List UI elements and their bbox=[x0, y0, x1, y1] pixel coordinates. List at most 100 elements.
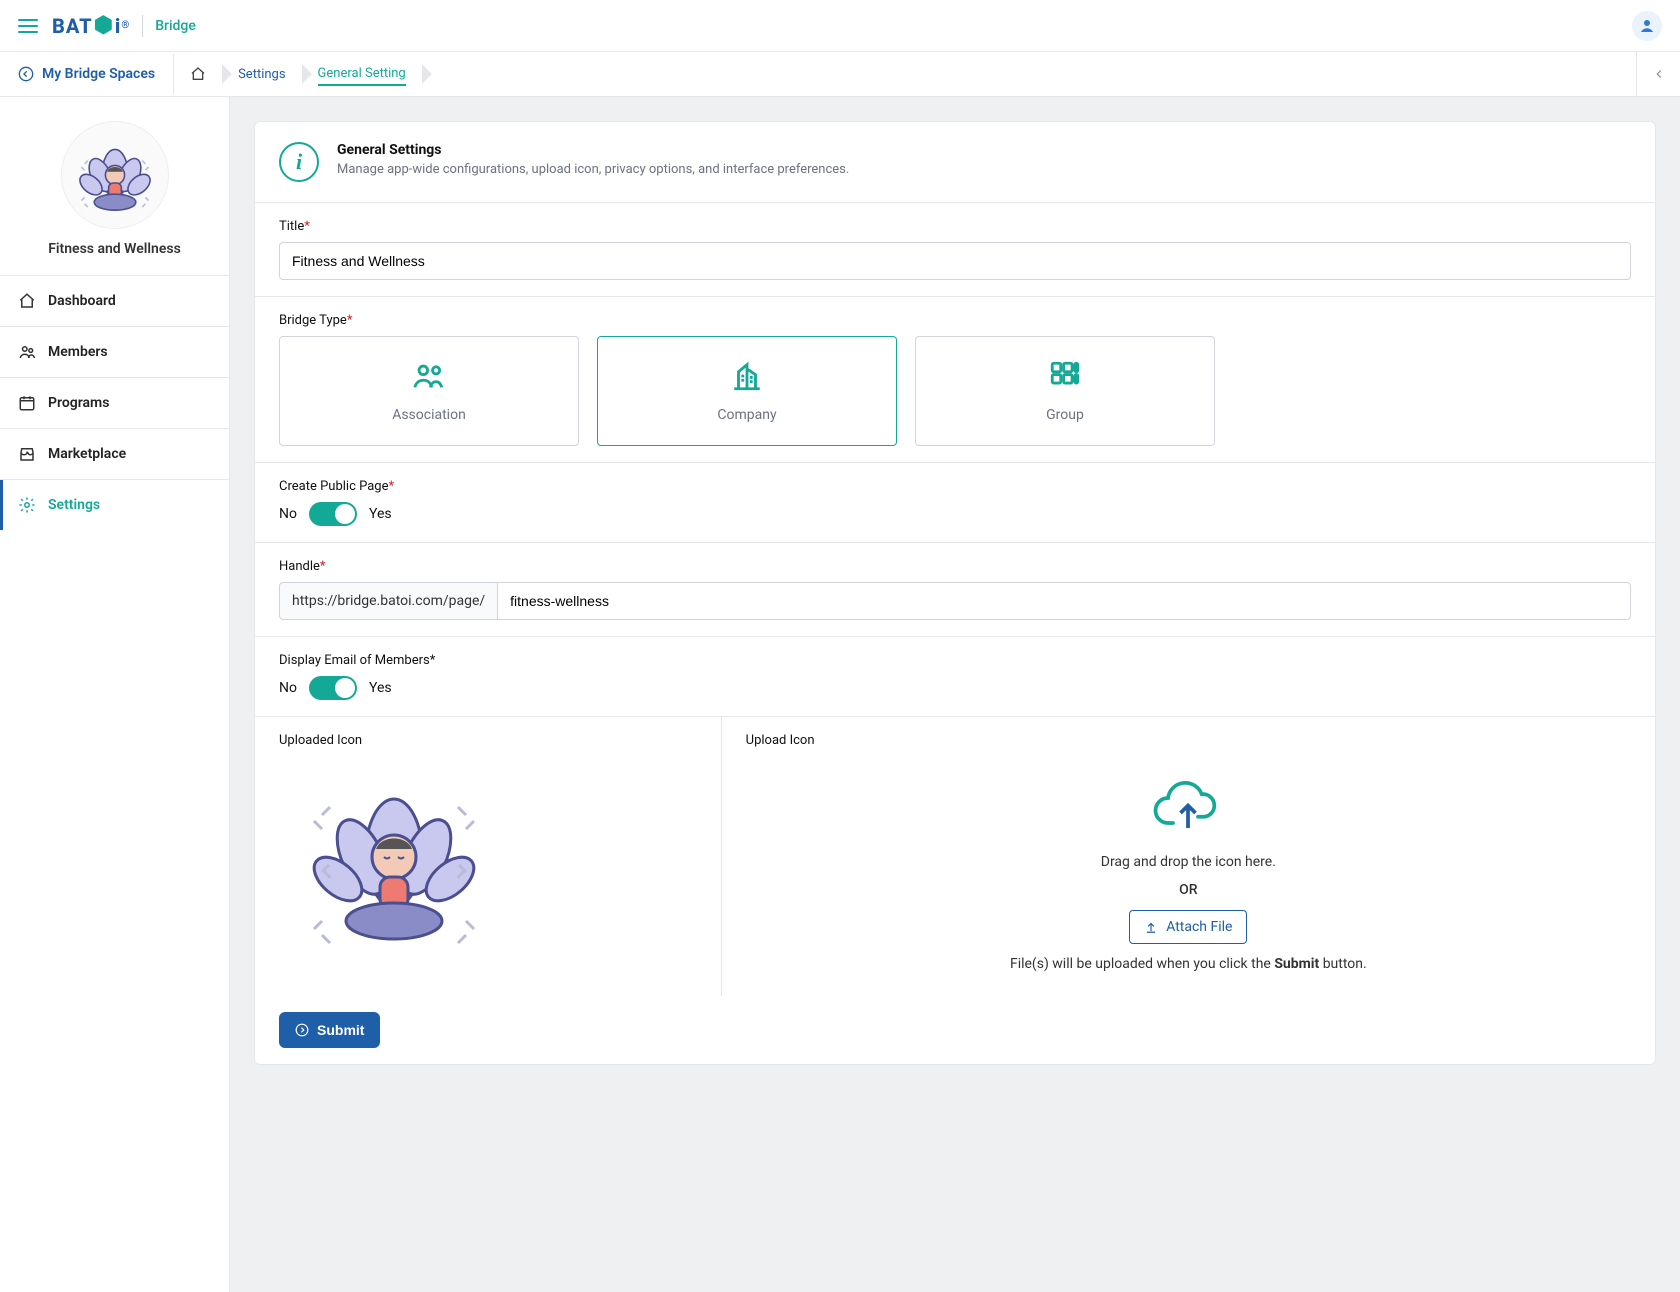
home-icon bbox=[190, 66, 206, 82]
layout: Fitness and Wellness Dashboard Members P… bbox=[0, 97, 1680, 1292]
sidebar-item-label: Members bbox=[48, 344, 108, 360]
space-card: Fitness and Wellness bbox=[0, 97, 229, 276]
type-label: Group bbox=[1046, 407, 1084, 423]
section-upload: Uploaded Icon bbox=[255, 717, 1655, 996]
toggle-yes-label: Yes bbox=[369, 506, 392, 522]
panel-header: i General Settings Manage app-wide confi… bbox=[255, 122, 1655, 203]
sidebar-item-settings[interactable]: Settings bbox=[0, 480, 229, 530]
section-public-page: Create Public Page* No Yes bbox=[255, 463, 1655, 543]
back-label: My Bridge Spaces bbox=[42, 66, 155, 82]
type-option-company[interactable]: Company bbox=[597, 336, 897, 446]
display-email-toggle[interactable] bbox=[309, 676, 357, 700]
section-title: Title* bbox=[255, 203, 1655, 297]
registered-mark: ® bbox=[121, 20, 130, 31]
type-option-group[interactable]: Group bbox=[915, 336, 1215, 446]
public-page-toggle[interactable] bbox=[309, 502, 357, 526]
upload-icon-label: Upload Icon bbox=[746, 733, 815, 748]
profile-avatar[interactable] bbox=[1632, 11, 1662, 41]
upload-hint: File(s) will be uploaded when you click … bbox=[1010, 956, 1367, 972]
user-icon bbox=[1638, 17, 1656, 35]
sidebar: Fitness and Wellness Dashboard Members P… bbox=[0, 97, 230, 1292]
uploaded-icon-preview bbox=[279, 756, 509, 966]
breadcrumb-settings[interactable]: Settings bbox=[222, 52, 301, 96]
meditation-avatar-icon bbox=[67, 127, 163, 223]
chevron-left-icon bbox=[1652, 67, 1666, 81]
public-page-toggle-row: No Yes bbox=[279, 502, 1631, 526]
display-email-toggle-row: No Yes bbox=[279, 676, 1631, 700]
toggle-no-label: No bbox=[279, 506, 297, 522]
sidebar-item-label: Dashboard bbox=[48, 293, 116, 309]
attach-file-button[interactable]: Attach File bbox=[1129, 910, 1247, 944]
gear-icon bbox=[18, 496, 36, 514]
breadcrumb-label: Settings bbox=[238, 67, 285, 82]
space-icon bbox=[61, 121, 169, 229]
section-display-email: Display Email of Members* No Yes bbox=[255, 637, 1655, 717]
sidebar-item-members[interactable]: Members bbox=[0, 327, 229, 378]
attach-file-label: Attach File bbox=[1166, 919, 1232, 935]
panel-title: General Settings bbox=[337, 142, 849, 158]
space-name: Fitness and Wellness bbox=[48, 241, 181, 257]
uploaded-icon-column: Uploaded Icon bbox=[255, 717, 722, 996]
brand-text: BAT bbox=[52, 14, 93, 38]
upload-icon-column: Upload Icon Drag and drop the icon here.… bbox=[722, 717, 1655, 996]
calendar-icon bbox=[18, 394, 36, 412]
sidebar-item-marketplace[interactable]: Marketplace bbox=[0, 429, 229, 480]
arrow-left-circle-icon bbox=[18, 66, 34, 82]
leaf-icon: ⬢ bbox=[94, 13, 114, 38]
company-icon bbox=[730, 359, 764, 393]
sidebar-nav: Dashboard Members Programs Marketplace S… bbox=[0, 276, 229, 530]
app-name[interactable]: Bridge bbox=[155, 18, 196, 34]
type-label: Company bbox=[717, 407, 776, 423]
sidebar-item-dashboard[interactable]: Dashboard bbox=[0, 276, 229, 327]
bridge-type-options: Association Company Group bbox=[279, 336, 1631, 446]
breadcrumbs: Settings General Setting bbox=[174, 52, 422, 96]
sidebar-item-label: Settings bbox=[48, 497, 100, 513]
handle-label: Handle* bbox=[279, 559, 1631, 574]
members-icon bbox=[18, 343, 36, 361]
brand-divider bbox=[142, 15, 143, 37]
handle-prefix: https://bridge.batoi.com/page/ bbox=[279, 582, 497, 620]
sidebar-item-label: Programs bbox=[48, 395, 109, 411]
breadcrumb-general-setting[interactable]: General Setting bbox=[302, 52, 422, 96]
arrow-right-circle-icon bbox=[295, 1023, 309, 1037]
sidebar-item-label: Marketplace bbox=[48, 446, 126, 462]
group-icon bbox=[1048, 359, 1082, 393]
cloud-upload-icon bbox=[1148, 778, 1228, 842]
uploaded-icon-label: Uploaded Icon bbox=[279, 733, 697, 748]
store-icon bbox=[18, 445, 36, 463]
submit-label: Submit bbox=[317, 1022, 364, 1038]
association-icon bbox=[412, 359, 446, 393]
section-handle: Handle* https://bridge.batoi.com/page/ bbox=[255, 543, 1655, 637]
collapse-button[interactable] bbox=[1636, 52, 1680, 96]
home-icon bbox=[18, 292, 36, 310]
back-my-spaces[interactable]: My Bridge Spaces bbox=[0, 54, 174, 94]
settings-panel: i General Settings Manage app-wide confi… bbox=[254, 121, 1656, 1065]
drag-drop-text: Drag and drop the icon here. bbox=[1101, 854, 1276, 870]
public-page-label: Create Public Page* bbox=[279, 479, 1631, 494]
section-bridge-type: Bridge Type* Association Company Group bbox=[255, 297, 1655, 463]
handle-input[interactable] bbox=[497, 582, 1631, 620]
info-icon: i bbox=[279, 142, 319, 182]
handle-input-group: https://bridge.batoi.com/page/ bbox=[279, 582, 1631, 620]
content: i General Settings Manage app-wide confi… bbox=[230, 97, 1680, 1292]
toggle-yes-label: Yes bbox=[369, 680, 392, 696]
breadcrumb-home[interactable] bbox=[174, 52, 222, 96]
meditation-avatar-icon bbox=[284, 761, 504, 961]
bridge-type-label: Bridge Type* bbox=[279, 313, 1631, 328]
submit-button[interactable]: Submit bbox=[279, 1012, 380, 1048]
sidebar-item-programs[interactable]: Programs bbox=[0, 378, 229, 429]
menu-toggle[interactable] bbox=[18, 19, 38, 33]
title-input[interactable] bbox=[279, 242, 1631, 280]
panel-subtitle: Manage app-wide configurations, upload i… bbox=[337, 162, 849, 177]
brand-logo[interactable]: BAT ⬢ i ® bbox=[52, 13, 130, 38]
breadcrumb-bar: My Bridge Spaces Settings General Settin… bbox=[0, 52, 1680, 97]
topbar: BAT ⬢ i ® Bridge bbox=[0, 0, 1680, 52]
brand: BAT ⬢ i ® Bridge bbox=[52, 13, 196, 38]
type-option-association[interactable]: Association bbox=[279, 336, 579, 446]
breadcrumb-label: General Setting bbox=[318, 66, 406, 86]
type-label: Association bbox=[392, 407, 466, 423]
upload-arrow-icon bbox=[1144, 920, 1158, 934]
panel-footer: Submit bbox=[255, 996, 1655, 1064]
title-label: Title* bbox=[279, 219, 1631, 234]
display-email-label: Display Email of Members* bbox=[279, 653, 1631, 668]
